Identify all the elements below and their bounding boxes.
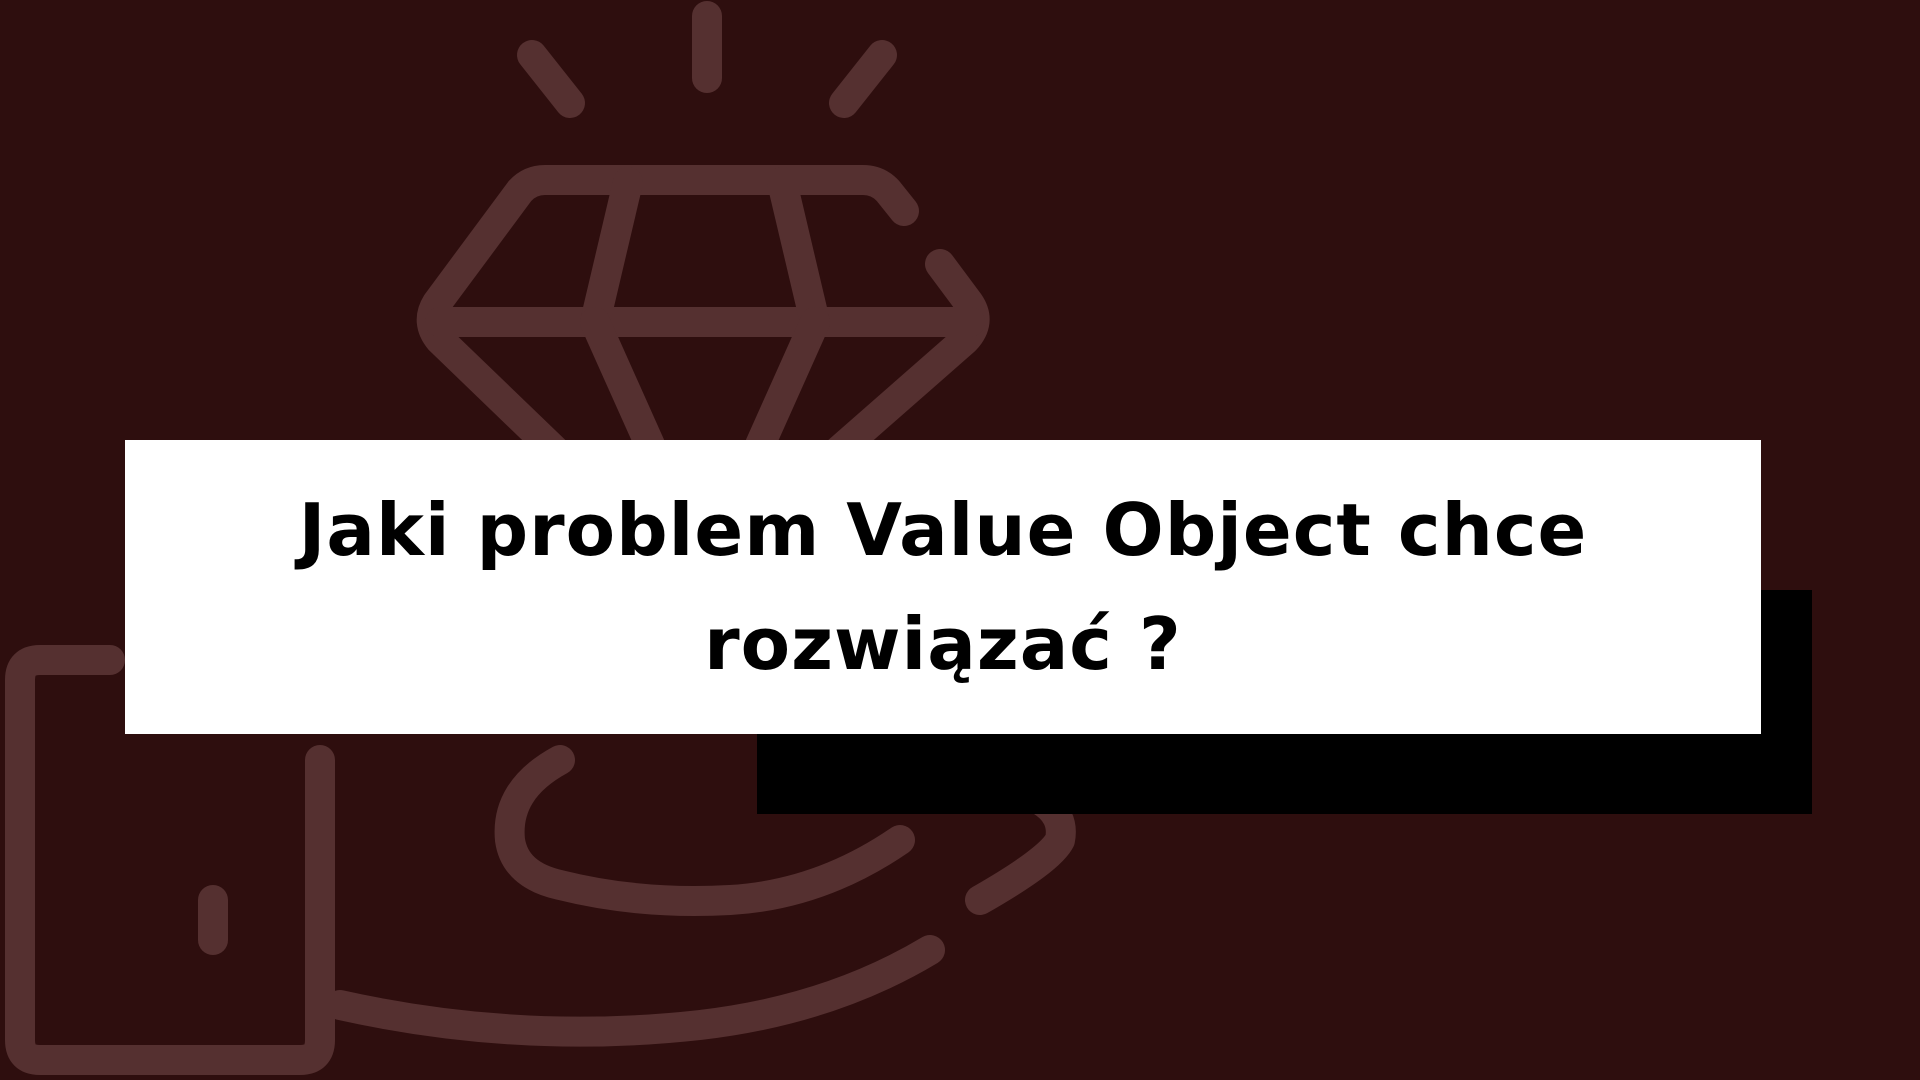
slide-canvas: Jaki problem Value Object chce rozwiązać… xyxy=(0,0,1920,1080)
headline: Jaki problem Value Object chce rozwiązać… xyxy=(298,488,1588,686)
title-card: Jaki problem Value Object chce rozwiązać… xyxy=(125,440,1761,734)
